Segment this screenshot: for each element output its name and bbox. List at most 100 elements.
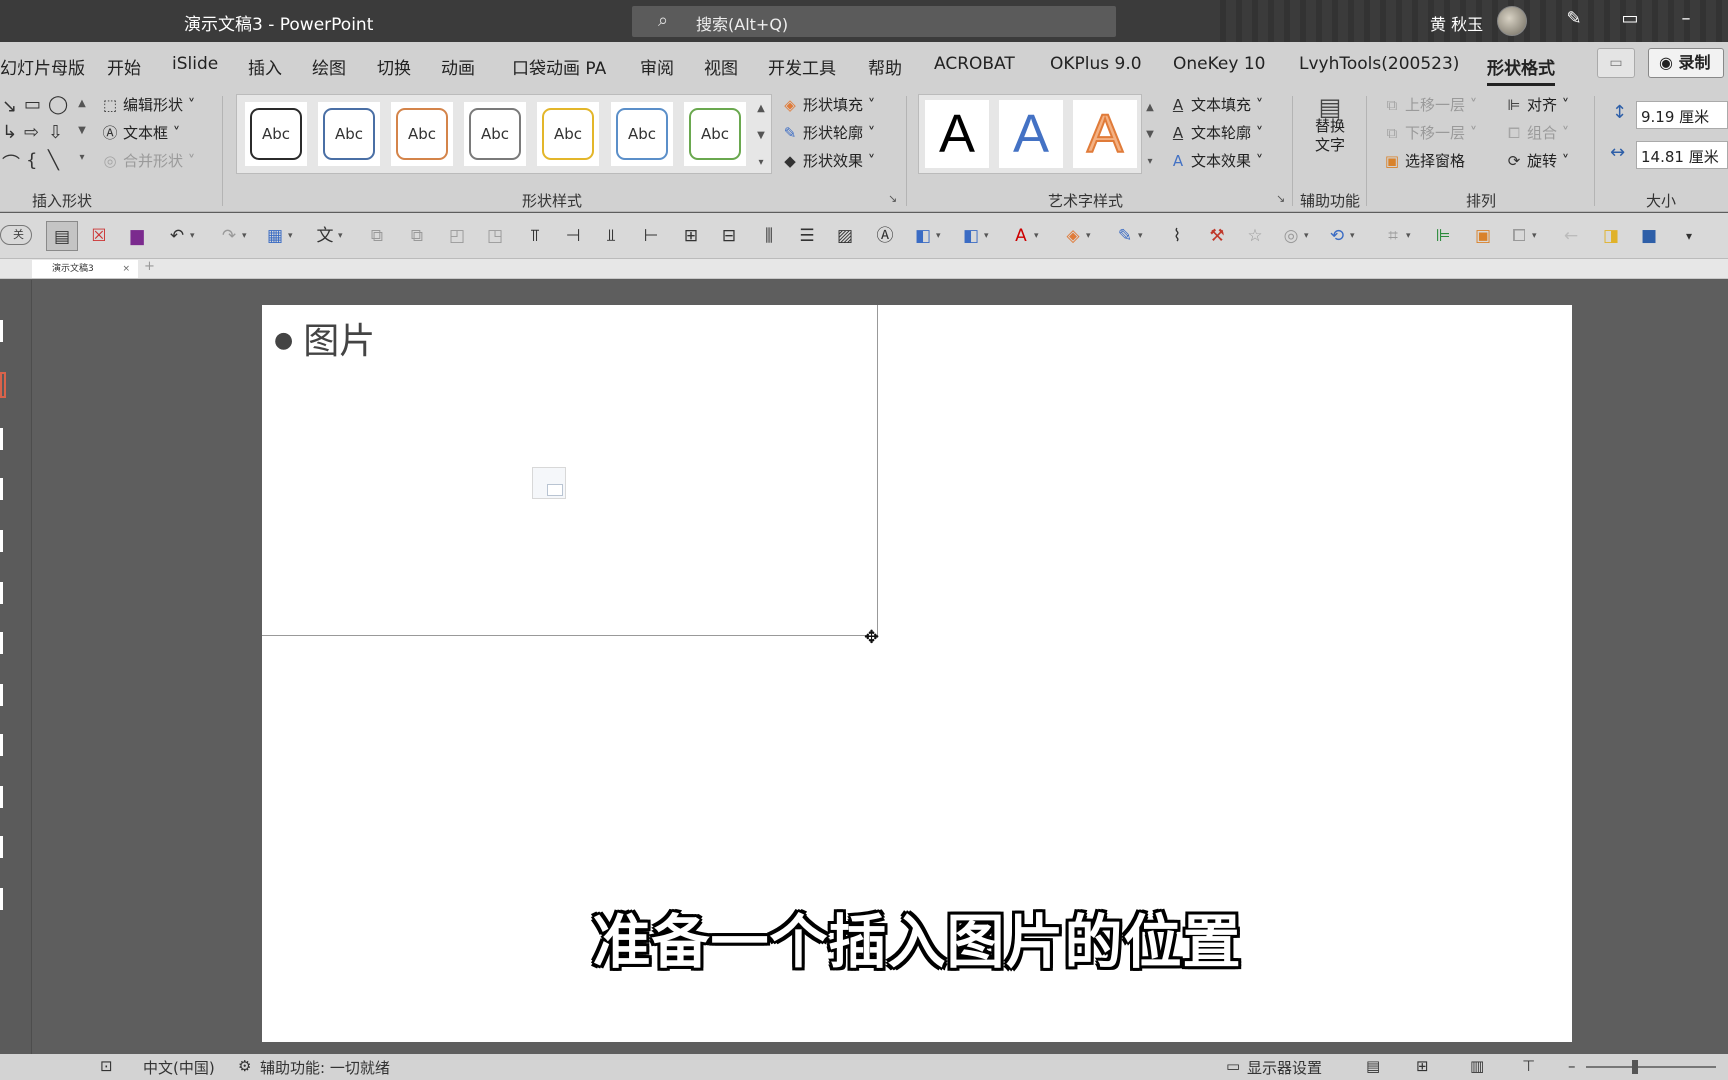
slide-thumbnail-marker[interactable] (0, 632, 3, 654)
slide-thumbnail-marker[interactable] (0, 320, 3, 342)
tab-animations[interactable]: 动画 (441, 54, 475, 79)
wordart-style-blue[interactable]: A (999, 100, 1063, 168)
align-middle-icon[interactable]: ⊟ (718, 225, 740, 247)
zoom-slider-thumb[interactable] (1632, 1060, 1638, 1074)
slide-thumbnail-marker[interactable] (0, 836, 3, 858)
brush-icon[interactable]: ⚒ (1206, 225, 1228, 247)
reading-view-icon[interactable]: ▥ (1470, 1057, 1484, 1075)
wordart-style-orange[interactable]: A (1073, 100, 1137, 168)
slideshow-icon[interactable]: ⊤ (1522, 1057, 1535, 1075)
blue-square-icon[interactable]: ■ (1638, 225, 1660, 247)
tab-home[interactable]: 开始 (107, 54, 141, 79)
edit-shape-button[interactable]: ⬚ 编辑形状 ˅ (100, 94, 195, 115)
record-button[interactable]: ◉ 录制 (1648, 48, 1724, 78)
tab-islide[interactable]: iSlide (172, 54, 218, 74)
picture-icon[interactable]: ▨ (834, 225, 856, 247)
accessibility-icon[interactable]: ⚙ (238, 1057, 251, 1075)
tab-insert[interactable]: 插入 (248, 54, 282, 79)
shape-height-input[interactable]: 9.19 厘米 (1636, 101, 1728, 129)
bring-forward-button[interactable]: ⧉ 上移一层 ˅ (1382, 94, 1478, 115)
picture-placeholder[interactable]: ● 图片 (262, 305, 878, 636)
align-left-icon[interactable]: ⊢ (640, 225, 662, 247)
bring-to-front-icon[interactable]: ⧉ (366, 225, 388, 247)
text-direction-icon[interactable]: 文 ▾ (314, 225, 343, 247)
tab-acrobat[interactable]: ACROBAT (934, 54, 1015, 74)
zoom-slider-track[interactable] (1586, 1066, 1716, 1068)
tab-developer[interactable]: 开发工具 (768, 54, 836, 79)
elbow-connector-icon[interactable]: ↳ (2, 122, 17, 143)
slide-thumbnail-marker[interactable] (0, 888, 3, 910)
fill-color-icon[interactable]: ▦ ▾ (264, 225, 293, 247)
search-box[interactable]: ⌕ 搜索(Alt+Q) (632, 6, 1116, 37)
dialog-launcher-icon[interactable]: ↘ (888, 192, 897, 205)
shape-effects-button[interactable]: ◆ 形状效果 ˅ (780, 150, 875, 171)
oval-icon[interactable]: ◯ (48, 94, 68, 115)
alt-text-button[interactable]: ▤ 替换 文字 (1310, 95, 1350, 155)
curve-icon[interactable]: ⌒ (2, 150, 20, 176)
text-box-qat-icon[interactable]: Ⓐ (874, 225, 896, 247)
shape-width-input[interactable]: 14.81 厘米 (1636, 141, 1728, 169)
line-icon[interactable]: ╲ (48, 150, 59, 171)
rotate-button[interactable]: ⟳ 旋转 ˅ (1504, 150, 1570, 171)
normal-view-icon[interactable]: ▤ (46, 221, 78, 251)
wordart-gallery-scroll[interactable]: ▲ ▼ ▾ (1142, 94, 1158, 174)
distribute-horizontal-icon[interactable]: ⫼ (758, 225, 780, 247)
tab-lvyhtools[interactable]: LvyhTools(200523) (1299, 54, 1459, 74)
close-file-icon[interactable]: ☒ (88, 225, 110, 247)
shape-style-swatch[interactable]: Abc (611, 102, 673, 166)
brace-icon[interactable]: { (26, 150, 37, 171)
shapes-gallery-scroll[interactable]: ▲ ▼ ▾ (74, 90, 90, 170)
tab-view[interactable]: 视图 (704, 54, 738, 79)
placeholder-text[interactable]: ● 图片 (274, 312, 375, 364)
wordart-style-black[interactable]: A (925, 100, 989, 168)
send-to-back-icon[interactable]: ⧉ (406, 225, 428, 247)
ribbon-display-icon[interactable]: ▭ (1616, 8, 1644, 29)
down-arrow-icon[interactable]: ⇩ (48, 122, 63, 143)
pen-icon[interactable]: ✎ (1560, 8, 1588, 29)
text-effects-button[interactable]: A 文本效果 ˅ (1168, 150, 1263, 171)
spell-check-icon[interactable]: ⊡ (100, 1057, 113, 1075)
shape-outline-button[interactable]: ✎ 形状轮廓 ˅ (780, 122, 876, 143)
group-button[interactable]: ⧠ 组合 ˅ (1504, 122, 1569, 143)
slide-thumbnail-marker[interactable] (0, 786, 3, 808)
slide-thumbnail-marker[interactable] (0, 530, 3, 552)
rectangle-icon[interactable]: ▭ (24, 94, 41, 115)
send-backward-button[interactable]: ⧉ 下移一层 ˅ (1382, 122, 1478, 143)
shape-style-swatch[interactable]: Abc (684, 102, 746, 166)
layers-icon[interactable]: ◨ (1600, 225, 1622, 247)
format-painter-icon[interactable]: ⌇ (1166, 225, 1188, 247)
tab-pocket-animation[interactable]: 口袋动画 PA (512, 54, 606, 79)
style-gallery-scroll[interactable]: ▲ ▼ ▾ (753, 95, 769, 175)
slide-thumbnail-marker[interactable] (0, 734, 3, 756)
shape-style-swatch[interactable]: Abc (464, 102, 526, 166)
display-settings-icon[interactable]: ▭ (1226, 1057, 1240, 1075)
shape-style-swatch[interactable]: Abc (318, 102, 380, 166)
undo-icon[interactable]: ↶ ▾ (166, 225, 195, 247)
slide-thumbnail-marker[interactable] (0, 428, 3, 450)
user-name[interactable]: 黄 秋玉 (1430, 11, 1483, 35)
tab-slide-master[interactable]: 幻灯片母版 (0, 54, 85, 79)
align-bottom-icon[interactable]: ⫫ (600, 225, 622, 247)
back-arrow-icon[interactable]: ← (1560, 225, 1582, 247)
display-settings-button[interactable]: 显示器设置 (1247, 1057, 1322, 1078)
tab-review[interactable]: 审阅 (640, 54, 674, 79)
save-icon[interactable]: ▆ (126, 225, 148, 247)
shape-fill-button[interactable]: ◈ 形状填充 ˅ (780, 94, 875, 115)
toggle-button[interactable]: 关 (0, 225, 32, 245)
tab-onekey[interactable]: OneKey 10 (1173, 54, 1265, 74)
language-status[interactable]: 中文(中国) (143, 1057, 215, 1078)
new-tab-icon[interactable]: + (144, 259, 155, 274)
slide-canvas[interactable]: ● 图片 ✥ 准备一个插入图片的位置 (262, 305, 1572, 1042)
avatar[interactable] (1497, 6, 1527, 36)
zoom-out-icon[interactable]: – (1568, 1057, 1576, 1075)
merge-icon[interactable]: ◎ ▾ (1280, 225, 1309, 247)
accessibility-status[interactable]: 辅助功能: 一切就绪 (260, 1057, 390, 1078)
align-top-icon[interactable]: ⫪ (524, 225, 546, 247)
distribute-vertical-icon[interactable]: ☰ (796, 225, 818, 247)
shape-style-swatch[interactable]: Abc (391, 102, 453, 166)
align-right-icon[interactable]: ⊣ (562, 225, 584, 247)
selection-pane-button[interactable]: ▣ 选择窗格 (1382, 150, 1465, 171)
comments-button[interactable]: ▭ (1597, 48, 1635, 78)
tab-okplus[interactable]: OKPlus 9.0 (1050, 54, 1142, 74)
star-icon[interactable]: ☆ (1244, 225, 1266, 247)
